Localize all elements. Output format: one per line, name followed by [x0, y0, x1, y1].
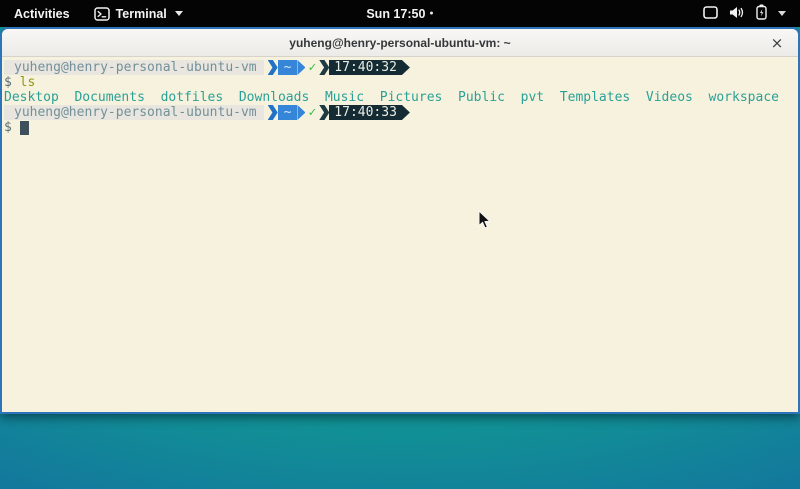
terminal-app-icon — [94, 7, 110, 21]
dir-entry: dotfiles — [161, 90, 224, 105]
terminal-window: yuheng@henry-personal-ubuntu-vm: ~ × yuh… — [0, 27, 800, 414]
powerline-chevron-icon — [319, 60, 329, 75]
command-text: ls — [20, 75, 36, 90]
input-line: $ — [4, 120, 798, 135]
status-check-icon: ✓ — [305, 105, 319, 120]
status-check-icon: ✓ — [305, 60, 319, 75]
app-menu-terminal[interactable]: Terminal — [84, 0, 193, 27]
screen-icon — [703, 6, 718, 22]
powerline-tip-icon — [297, 105, 305, 120]
prompt-user-host: yuheng@henry-personal-ubuntu-vm — [4, 60, 264, 75]
gnome-top-bar: Activities Terminal Sun 17:50 ● — [0, 0, 800, 27]
directory-list: Desktop Documents dotfiles Downloads Mus… — [4, 90, 798, 105]
dir-entry: workspace — [709, 90, 779, 105]
system-status-menu[interactable] — [697, 0, 792, 27]
command-line: $ ls — [4, 75, 798, 90]
dir-entry: Downloads — [239, 90, 309, 105]
dir-entry: pvt — [521, 90, 544, 105]
dir-entry: Music — [325, 90, 364, 105]
powerline-chevron-icon — [268, 60, 278, 75]
dir-entry: Videos — [646, 90, 693, 105]
activities-button[interactable]: Activities — [0, 0, 84, 27]
notification-dot-icon: ● — [429, 10, 433, 17]
dir-entry: Public — [458, 90, 505, 105]
prompt-cwd: ~ — [278, 60, 298, 75]
activities-label: Activities — [14, 7, 70, 21]
powerline-tip-icon — [402, 105, 410, 120]
dir-entry: Desktop — [4, 90, 59, 105]
volume-icon — [729, 6, 745, 22]
prompt-line: yuheng@henry-personal-ubuntu-vm ~ ✓ 17:4… — [4, 60, 798, 75]
prompt-time: 17:40:33 — [329, 105, 402, 120]
app-menu-label: Terminal — [116, 7, 167, 21]
powerline-chevron-icon — [268, 105, 278, 120]
dir-entry: Documents — [74, 90, 144, 105]
system-menu-chevron-icon — [778, 11, 786, 16]
clock-label: Sun 17:50 — [366, 7, 425, 21]
prompt-user-host: yuheng@henry-personal-ubuntu-vm — [4, 105, 264, 120]
clock-button[interactable]: Sun 17:50 ● — [366, 7, 433, 21]
powerline-chevron-icon — [319, 105, 329, 120]
prompt-line: yuheng@henry-personal-ubuntu-vm ~ ✓ 17:4… — [4, 105, 798, 120]
powerline-tip-icon — [402, 60, 410, 75]
window-titlebar[interactable]: yuheng@henry-personal-ubuntu-vm: ~ × — [2, 29, 798, 57]
terminal-body[interactable]: yuheng@henry-personal-ubuntu-vm ~ ✓ 17:4… — [2, 57, 798, 412]
prompt-char: $ — [4, 75, 12, 90]
prompt-cwd: ~ — [278, 105, 298, 120]
battery-charging-icon — [756, 4, 767, 23]
dir-entry: Templates — [560, 90, 630, 105]
prompt-char: $ — [4, 120, 12, 135]
powerline-tip-icon — [297, 60, 305, 75]
prompt-time: 17:40:32 — [329, 60, 402, 75]
text-cursor — [20, 121, 29, 135]
close-icon[interactable]: × — [766, 29, 788, 56]
window-title: yuheng@henry-personal-ubuntu-vm: ~ — [289, 36, 510, 50]
dir-entry: Pictures — [380, 90, 443, 105]
app-menu-caret-icon — [175, 11, 183, 16]
